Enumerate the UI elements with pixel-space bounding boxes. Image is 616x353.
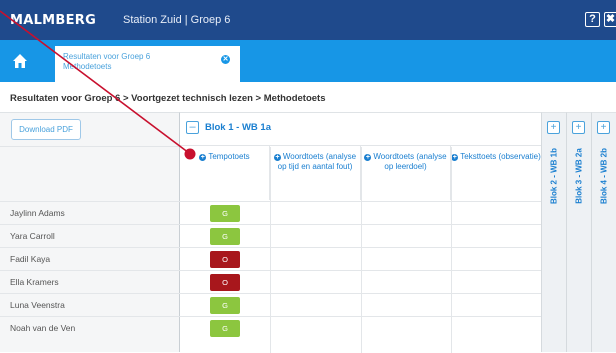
score-badge[interactable]: G [210, 320, 240, 337]
close-icon[interactable]: ✕ [221, 55, 230, 64]
plus-icon: + [451, 154, 459, 161]
close-icon[interactable]: ✖ [604, 12, 616, 27]
help-icon[interactable]: ? [585, 12, 600, 27]
column-woordtoets-leerdoel[interactable]: + Woordtoets (analyse op leerdoel) [361, 146, 451, 200]
malmberg-logo: MALMBERG [10, 13, 97, 28]
blok-4-collapsed: + Blok 4 - WB 2b [591, 112, 616, 352]
expand-blok-button[interactable]: + [572, 121, 585, 134]
table-row: O [180, 247, 541, 270]
breadcrumb: Resultaten voor Groep 6 > Voortgezet tec… [10, 93, 326, 104]
plus-icon: + [199, 154, 207, 161]
student-row[interactable]: Jaylinn Adams [0, 201, 180, 224]
column-woordtoets-tijd[interactable]: + Woordtoets (analyse op tijd en aantal f… [270, 146, 361, 200]
blok-title: Blok 1 - WB 1a [205, 122, 271, 133]
student-row[interactable]: Noah van de Ven [0, 316, 180, 339]
score-badge[interactable]: G [210, 297, 240, 314]
score-badge[interactable]: O [210, 251, 240, 268]
table-row: G [180, 201, 541, 224]
table-row: G [180, 224, 541, 247]
context-label: Station Zuid | Groep 6 [123, 14, 231, 26]
tab-label: Resultaten voor Groep 6 Methodetoets [63, 52, 151, 71]
top-bar: MALMBERG Station Zuid | Groep 6 ? ✖ [0, 0, 616, 40]
collapse-blok-button[interactable]: – [186, 121, 199, 134]
student-row[interactable]: Luna Veenstra [0, 293, 180, 316]
blok-label: Blok 3 - WB 2a [574, 148, 584, 204]
home-icon[interactable] [11, 52, 29, 70]
student-row[interactable]: Yara Carroll [0, 224, 180, 247]
score-badge[interactable]: G [210, 228, 240, 245]
download-pdf-button[interactable]: Download PDF [11, 119, 81, 140]
column-tempotoets[interactable]: + Tempotoets [180, 146, 270, 200]
student-row[interactable]: Fadil Kaya [0, 247, 180, 270]
blok-header: – Blok 1 - WB 1a [180, 113, 541, 146]
table-row: G [180, 293, 541, 316]
blok-label: Blok 4 - WB 2b [599, 147, 609, 205]
table-row: G [180, 316, 541, 339]
blok-1-panel: – Blok 1 - WB 1a + Tempotoets + Woordtoets… [180, 112, 541, 353]
tab-results[interactable]: Resultaten voor Groep 6 Methodetoets ✕ [55, 46, 240, 82]
student-panel: Download PDF Jaylinn Adams Yara Carroll … [0, 112, 180, 352]
score-badge[interactable]: O [210, 274, 240, 291]
results-grid: Download PDF Jaylinn Adams Yara Carroll … [0, 112, 616, 353]
score-badge[interactable]: G [210, 205, 240, 222]
table-row: O [180, 270, 541, 293]
expand-blok-button[interactable]: + [597, 121, 610, 134]
blok-2-collapsed: + Blok 2 - WB 1b [541, 112, 566, 352]
divider [0, 146, 180, 147]
student-row[interactable]: Ella Kramers [0, 270, 180, 293]
plus-icon: + [273, 154, 281, 161]
expand-blok-button[interactable]: + [547, 121, 560, 134]
column-teksttoets[interactable]: + Teksttoets (observatie) [451, 146, 541, 200]
plus-icon: + [364, 154, 372, 161]
blok-3-collapsed: + Blok 3 - WB 2a [566, 112, 591, 352]
blok-label: Blok 2 - WB 1b [549, 147, 559, 205]
